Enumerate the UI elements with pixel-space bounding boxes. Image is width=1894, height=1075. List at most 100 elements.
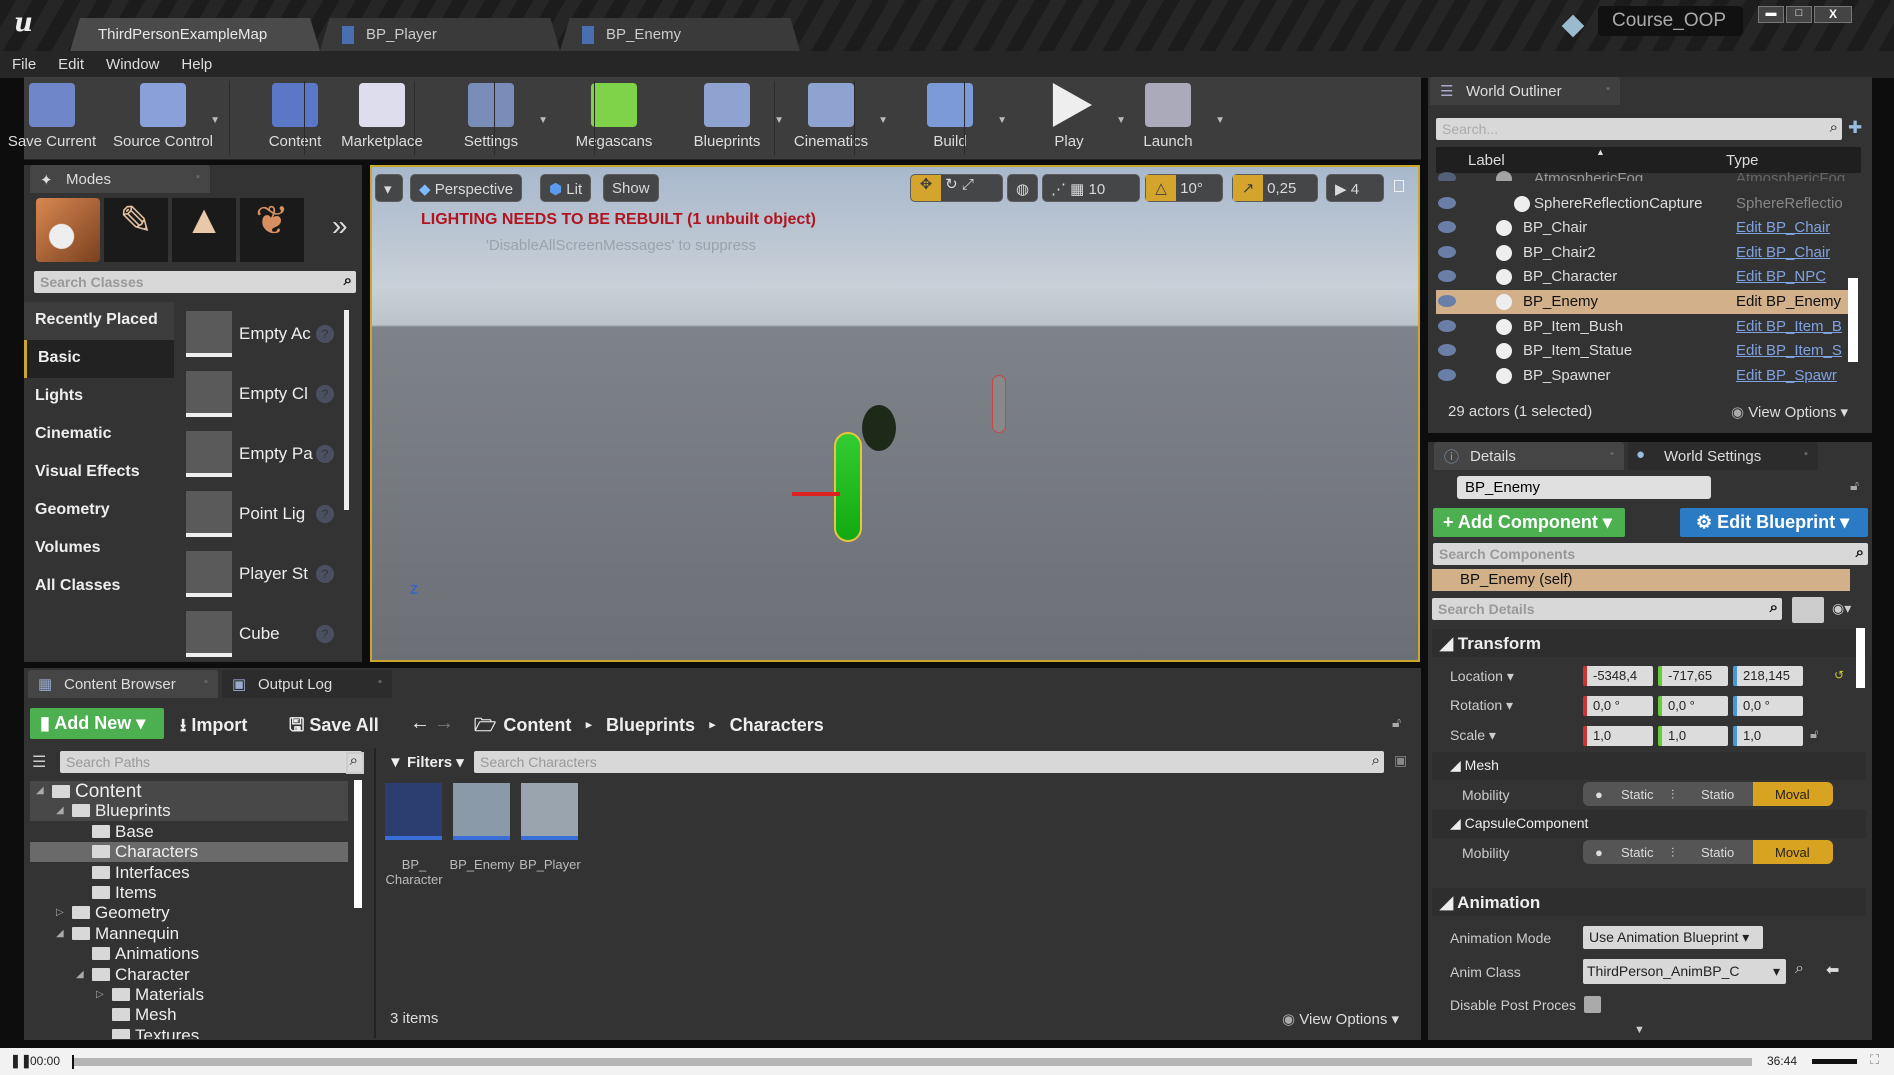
outliner-row[interactable]: BP_Item_Bush Edit BP_Item_B (1436, 315, 1848, 339)
outliner-row[interactable]: BP_Chair Edit BP_Chair (1436, 216, 1848, 240)
class-item[interactable]: Empty Cl? (186, 371, 356, 421)
scale-y[interactable]: 1,0 (1658, 726, 1728, 746)
help-icon[interactable]: ? (316, 325, 334, 343)
npc-character[interactable] (992, 375, 1006, 433)
tab-bp-enemy[interactable]: BP_Enemy (560, 18, 800, 51)
category-cinematic[interactable]: Cinematic (24, 416, 174, 454)
dropdown-arrow-icon[interactable]: ▼ (878, 115, 888, 126)
category-lights[interactable]: Lights (24, 378, 174, 416)
outliner-row[interactable]: SphereReflectionCapture SphereReflectio (1436, 192, 1848, 216)
anim-class-dropdown[interactable]: ThirdPerson_AnimBP_C ▾ (1583, 959, 1786, 984)
collapsed-arrow-icon[interactable]: ▷ (56, 907, 64, 918)
class-list-scrollbar[interactable] (344, 310, 349, 510)
visibility-eye-icon[interactable] (1438, 368, 1456, 381)
outliner-row[interactable]: BP_Item_Statue Edit BP_Item_S (1436, 339, 1848, 363)
maximize-viewport-icon[interactable] (1394, 180, 1404, 192)
save-current-button[interactable]: Save Current (0, 83, 107, 150)
section-animation[interactable]: ◢ Animation (1432, 888, 1866, 916)
dropdown-arrow-icon[interactable]: ▼ (210, 115, 220, 126)
visibility-eye-icon[interactable] (1438, 344, 1456, 357)
help-icon[interactable]: ? (316, 385, 334, 403)
save-search-icon[interactable]: ▣ (1394, 752, 1407, 769)
folder-items[interactable]: Items (30, 883, 348, 903)
expanded-arrow-icon[interactable]: ◢ (56, 928, 64, 939)
menu-edit[interactable]: Edit (46, 51, 94, 73)
section-mesh[interactable]: ◢ Mesh (1432, 752, 1866, 780)
folder-blueprints[interactable]: ◢ Blueprints (30, 801, 348, 822)
menu-file[interactable]: File (0, 51, 46, 73)
class-item[interactable]: Empty Pa? (186, 431, 356, 481)
asset-thumbnail[interactable] (385, 783, 442, 840)
tab-details[interactable]: ⓘ Details ▪ (1434, 442, 1624, 470)
dropdown-arrow-icon[interactable]: ▼ (1215, 115, 1225, 126)
folder-base[interactable]: Base (30, 822, 348, 842)
expanded-arrow-icon[interactable]: ◢ (76, 969, 84, 980)
section-capsule[interactable]: ◢ CapsuleComponent (1432, 810, 1866, 838)
help-icon[interactable]: ? (316, 625, 334, 643)
anim-mode-dropdown[interactable]: Use Animation Blueprint ▾ (1583, 926, 1763, 949)
foliage-mode-icon[interactable]: ❦ (240, 198, 304, 262)
folder-materials[interactable]: ▷ Materials (30, 985, 348, 1005)
settings-button[interactable]: Settings ▼ (436, 83, 548, 150)
edit-blueprint-link[interactable]: Edit BP_Chair (1736, 244, 1846, 261)
outliner-row[interactable]: BP_Character Edit BP_NPC (1436, 265, 1848, 289)
dropdown-arrow-icon[interactable]: ▼ (997, 115, 1007, 126)
property-matrix-icon[interactable] (1792, 597, 1824, 623)
asset-thumbnail[interactable] (521, 783, 578, 840)
category-geometry[interactable]: Geometry (24, 492, 174, 530)
lit-button[interactable]: ⬢ Lit (540, 174, 592, 202)
capsule-mobility-toggle[interactable]: ● Static ⫶ Statio Moval (1583, 840, 1833, 864)
browse-icon[interactable]: ⌕ (1795, 960, 1804, 978)
filters-button[interactable]: ▼ Filters ▾ (388, 753, 464, 771)
outliner-row[interactable]: BP_Chair2 Edit BP_Chair (1436, 241, 1848, 265)
asset-label[interactable]: BP_ Character (379, 857, 449, 887)
scale-lock-icon[interactable]: 🔓︎ (1810, 726, 1818, 742)
unreal-logo-icon[interactable]: u (14, 8, 33, 38)
class-item[interactable]: Point Lig? (186, 491, 356, 541)
camera-speed[interactable]: ▶ 4 (1326, 174, 1384, 202)
cinematics-button[interactable]: Cinematics ▼ (776, 83, 888, 150)
location-label[interactable]: Location ▾ (1450, 668, 1514, 685)
crumb-characters[interactable]: Characters (730, 715, 824, 735)
edit-blueprint-link[interactable]: Edit BP_Chair (1736, 219, 1846, 236)
location-x[interactable]: -5348,4 (1583, 666, 1653, 686)
class-item[interactable]: Cube? (186, 611, 356, 661)
angle-snap[interactable]: △ 10° (1145, 174, 1223, 202)
asset-label[interactable]: BP_Enemy (447, 857, 517, 872)
component-self-row[interactable]: BP_Enemy (self) (1432, 569, 1850, 591)
folder-textures[interactable]: Textures (30, 1026, 348, 1039)
feedback-icon[interactable] (1561, 14, 1585, 38)
add-filter-icon[interactable]: ✚ (1848, 118, 1862, 138)
tab-modes[interactable]: ✦ Modes ▪ (30, 165, 210, 193)
mesh-mobility-toggle[interactable]: ● Static ⫶ Statio Moval (1583, 782, 1833, 806)
build-button[interactable]: Build ▼ (895, 83, 1007, 150)
help-icon[interactable]: ? (316, 505, 334, 523)
world-local-icon[interactable]: ◍ (1007, 174, 1039, 202)
minimize-button[interactable]: ▬ (1758, 6, 1784, 23)
import-button[interactable]: ⭳ Import (180, 713, 247, 743)
category-visual-effects[interactable]: Visual Effects (24, 454, 174, 492)
add-component-button[interactable]: + Add Component ▾ (1433, 508, 1625, 537)
help-icon[interactable]: ? (316, 445, 334, 463)
folder-animations[interactable]: Animations (30, 944, 348, 964)
rotation-z[interactable]: 0,0 ° (1733, 696, 1803, 716)
folder-characters[interactable]: Characters (30, 842, 348, 863)
crumb-blueprints[interactable]: Blueprints (606, 715, 695, 735)
landscape-mode-icon[interactable]: ▲ (172, 198, 236, 262)
source-control-button[interactable]: Source Control ▼ (108, 83, 220, 150)
search-classes-input[interactable]: Search Classes ⌕ (34, 271, 356, 293)
outliner-view-options[interactable]: ◉ View Options ▾ (1731, 403, 1848, 421)
show-button[interactable]: Show (603, 174, 659, 202)
outliner-search-input[interactable]: Search... ⌕ (1436, 118, 1842, 140)
visibility-eye-icon[interactable] (1438, 319, 1456, 332)
search-assets-input[interactable]: Search Characters ⌕ (474, 751, 1384, 773)
megascans-button[interactable]: Megascans (559, 83, 669, 150)
tab-output-log[interactable]: ▣ Output Log ▪ (222, 670, 392, 698)
class-item[interactable]: Empty Ac? (186, 311, 356, 361)
edit-blueprint-button[interactable]: ⚙ Edit Blueprint ▾ (1680, 508, 1868, 537)
seek-bar[interactable] (72, 1055, 1752, 1069)
folder-mannequin[interactable]: ◢ Mannequin (30, 924, 348, 944)
asset-label[interactable]: BP_Player (515, 857, 585, 872)
help-icon[interactable]: ? (316, 565, 334, 583)
lock-icon[interactable]: 🔓︎ (1850, 477, 1859, 494)
